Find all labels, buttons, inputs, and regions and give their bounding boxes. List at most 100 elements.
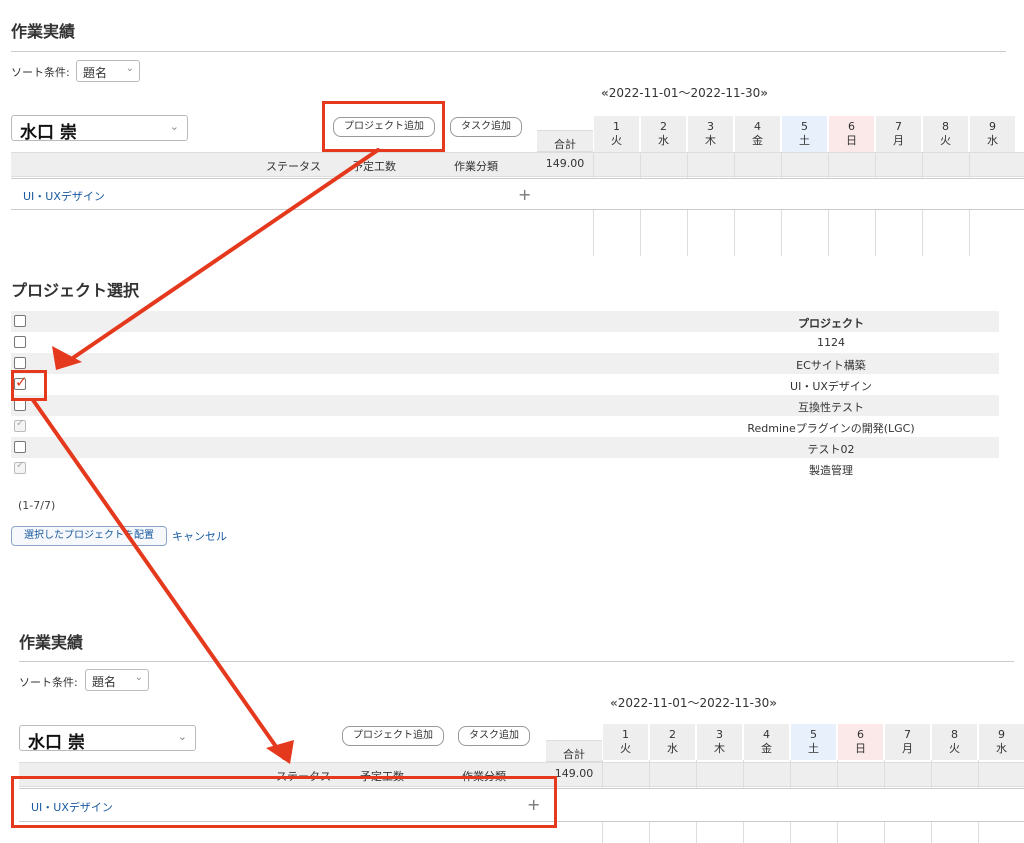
list-item: UI・UXデザイン <box>11 373 999 395</box>
day-header: 7月 <box>884 724 930 760</box>
highlight-added-row <box>11 776 557 828</box>
day-weekday: 日 <box>855 742 866 755</box>
project-name: テスト02 <box>807 443 855 456</box>
list-item: Redmineプラグインの開発(LGC) <box>11 416 999 437</box>
column-planned: 予定工数 <box>352 160 396 173</box>
day-header: 5土 <box>790 724 836 760</box>
day-number: 5 <box>801 120 808 133</box>
day-number: 1 <box>622 728 629 741</box>
prev-month-link[interactable]: « <box>601 86 609 100</box>
day-weekday: 火 <box>620 742 631 755</box>
day-number: 1 <box>613 120 620 133</box>
cancel-link[interactable]: キャンセル <box>172 528 227 544</box>
add-task-button[interactable]: タスク追加 <box>458 726 530 746</box>
add-project-button[interactable]: プロジェクト追加 <box>342 726 444 746</box>
plus-icon[interactable]: + <box>518 185 531 204</box>
total-label: 合計 <box>563 748 585 761</box>
sort-select[interactable]: 題名 ⌄ <box>85 669 149 691</box>
divider <box>19 661 1014 662</box>
worklog-panel-before: 作業実績 ソート条件: 題名 ⌄ «2022-11-01〜2022-11-30» … <box>0 0 1024 256</box>
day-weekday: 土 <box>799 134 810 147</box>
project-name: UI・UXデザイン <box>790 380 872 393</box>
prev-month-link[interactable]: « <box>610 696 618 710</box>
table-header: プロジェクト <box>11 311 999 332</box>
next-month-link[interactable]: » <box>760 86 768 100</box>
page-title: 作業実績 <box>19 633 84 652</box>
day-header: 9水 <box>978 724 1024 760</box>
day-weekday: 木 <box>705 134 716 147</box>
project-checkbox[interactable] <box>14 357 26 369</box>
day-number: 7 <box>895 120 902 133</box>
highlight-add-project <box>322 101 445 152</box>
project-checkbox[interactable] <box>14 441 26 453</box>
day-weekday: 月 <box>893 134 904 147</box>
user-select[interactable]: 水口 崇 ⌄ <box>19 725 196 753</box>
user-select-value: 水口 崇 <box>28 733 85 753</box>
date-range: «2022-11-01〜2022-11-30» <box>601 84 768 101</box>
day-number: 6 <box>857 728 864 741</box>
list-item: テスト02 <box>11 437 999 458</box>
date-range-text: 2022-11-01〜2022-11-30 <box>608 86 761 100</box>
project-checkbox <box>14 460 26 474</box>
day-header: 3木 <box>696 724 742 760</box>
day-header: 2水 <box>649 724 695 760</box>
total-value: 149.00 <box>545 157 585 170</box>
day-header: 8火 <box>931 724 977 760</box>
sort-select-value: 題名 <box>83 66 108 80</box>
day-header: 4金 <box>743 724 789 760</box>
day-number: 9 <box>989 120 996 133</box>
total-label: 合計 <box>554 138 576 151</box>
project-link[interactable]: UI・UXデザイン <box>23 188 105 204</box>
place-selected-button[interactable]: 選択したプロジェクトを配置 <box>11 526 167 546</box>
day-weekday: 水 <box>658 134 669 147</box>
day-number: 5 <box>810 728 817 741</box>
day-number: 8 <box>951 728 958 741</box>
project-name: 互換性テスト <box>798 401 864 414</box>
project-column-header: プロジェクト <box>798 317 864 330</box>
select-all-checkbox[interactable] <box>14 315 26 327</box>
list-item: 1124 <box>11 332 999 353</box>
day-header: 2水 <box>640 116 686 152</box>
day-header: 1火 <box>602 724 648 760</box>
day-weekday: 金 <box>752 134 763 147</box>
project-checkbox <box>14 418 26 432</box>
chevron-down-icon: ⌄ <box>134 672 143 683</box>
day-number: 4 <box>763 728 770 741</box>
day-number: 9 <box>998 728 1005 741</box>
user-select[interactable]: 水口 崇 ⌄ <box>11 115 188 143</box>
list-item: 製造管理 <box>11 458 999 479</box>
day-weekday: 月 <box>902 742 913 755</box>
date-range-text: 2022-11-01〜2022-11-30 <box>617 696 770 710</box>
chevron-down-icon: ⌄ <box>177 730 187 743</box>
day-weekday: 水 <box>667 742 678 755</box>
list-item: ECサイト構築 <box>11 353 999 374</box>
list-item: 互換性テスト <box>11 395 999 416</box>
day-number: 3 <box>707 120 714 133</box>
day-header: 4金 <box>734 116 780 152</box>
sort-select[interactable]: 題名 ⌄ <box>76 60 140 82</box>
project-select-table: プロジェクト 1124 ECサイト構築 UI・UXデザイン互換性テスト Redmine… <box>11 311 999 479</box>
day-number: 4 <box>754 120 761 133</box>
day-weekday: 日 <box>846 134 857 147</box>
project-select-title: プロジェクト選択 <box>11 281 140 300</box>
project-name: 1124 <box>817 336 845 349</box>
day-header: 7月 <box>875 116 921 152</box>
day-weekday: 火 <box>940 134 951 147</box>
day-header: 5土 <box>781 116 827 152</box>
day-number: 2 <box>660 120 667 133</box>
sort-select-value: 題名 <box>92 675 117 689</box>
day-weekday: 水 <box>987 134 998 147</box>
sort-label: ソート条件: <box>11 66 70 79</box>
project-name: 製造管理 <box>809 464 853 477</box>
day-number: 8 <box>942 120 949 133</box>
add-task-button[interactable]: タスク追加 <box>450 117 522 137</box>
project-checkbox[interactable] <box>14 336 26 348</box>
highlight-checkbox <box>11 370 47 401</box>
day-header: 1火 <box>593 116 639 152</box>
day-weekday: 水 <box>996 742 1007 755</box>
day-weekday: 金 <box>761 742 772 755</box>
date-range: «2022-11-01〜2022-11-30» <box>610 694 777 711</box>
pagination-count: (1-7/7) <box>18 499 56 512</box>
next-month-link[interactable]: » <box>769 696 777 710</box>
project-name: ECサイト構築 <box>796 359 866 372</box>
